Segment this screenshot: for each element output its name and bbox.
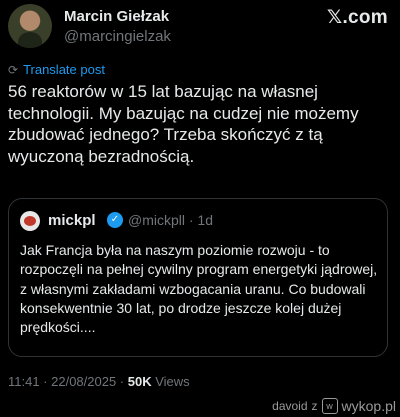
quote-author-avatar: [20, 211, 40, 231]
post-timestamp[interactable]: 11:41 · 22/08/2025 ·: [8, 374, 128, 389]
quote-text: Jak Francja była na naszym poziomie rozw…: [20, 242, 378, 336]
post-meta: 11:41 · 22/08/2025 · 50K Views: [8, 374, 190, 389]
translate-icon: ⟳: [8, 62, 19, 77]
translate-label: Translate post: [23, 62, 105, 77]
quote-author-name: mickpl: [48, 212, 96, 229]
author-avatar[interactable]: [8, 4, 52, 48]
tweet-header: Marcin Giełzak @marcingielzak 𝕏.com: [8, 2, 392, 48]
views-count: 50K: [127, 374, 152, 389]
verified-badge-icon: ✓: [107, 212, 123, 228]
watermark-site: wykop.pl: [341, 398, 396, 414]
views-label: Views: [155, 374, 190, 389]
quote-author-handle: @mickpll · 1d: [128, 212, 214, 228]
author-name[interactable]: Marcin Giełzak: [64, 8, 169, 25]
tweet-text: 56 reaktorów w 15 lat bazując na własnej…: [8, 82, 359, 166]
watermark-via: z: [311, 399, 318, 413]
wykop-icon: w: [321, 398, 338, 414]
wykop-watermark: davoid z w wykop.pl: [272, 398, 396, 414]
quoted-post[interactable]: mickpl ✓ @mickpll · 1d Jak Francja była …: [8, 198, 388, 357]
x-logo-icon: 𝕏.com: [326, 7, 388, 28]
translate-post-link[interactable]: ⟳ Translate post: [8, 62, 105, 77]
watermark-user: davoid: [272, 399, 308, 413]
author-handle[interactable]: @marcingielzak: [64, 28, 171, 45]
